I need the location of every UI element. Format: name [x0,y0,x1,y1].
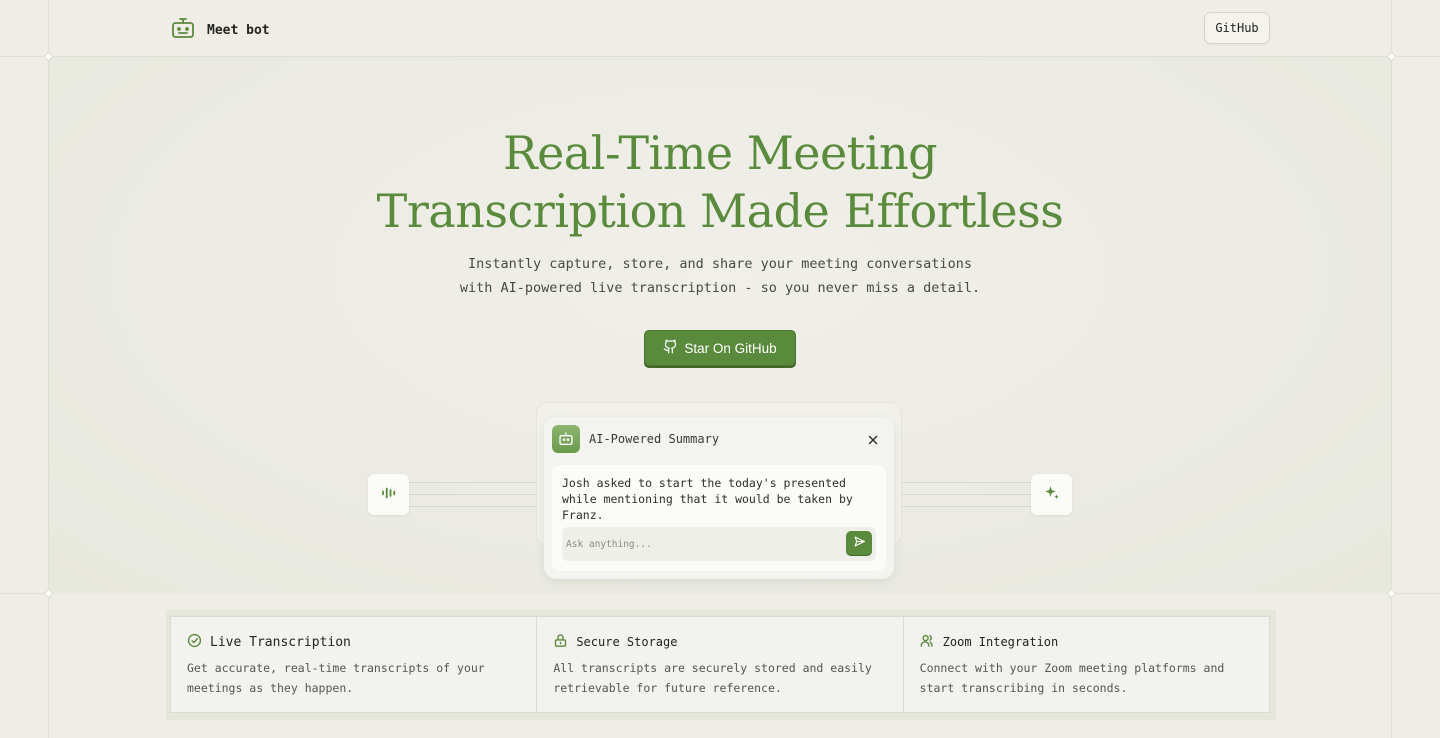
hero-title-line-2: Transcription Made Effortless [376,184,1064,238]
lock-icon [553,633,568,652]
feature-live-transcription: Live Transcription Get accurate, real-ti… [171,617,538,712]
hero-subtitle-line-1: Instantly capture, store, and share your… [468,256,972,272]
summary-card-title: AI-Powered Summary [589,432,720,446]
send-button[interactable] [846,531,872,555]
connector-line [409,506,537,507]
brand-name: Meet bot [207,22,270,38]
robot-icon [171,16,195,44]
connector-line [409,494,537,495]
feature-title: Live Transcription [210,634,351,650]
send-icon [853,535,866,551]
brand[interactable]: Meet bot [171,16,270,44]
summary-card-header: AI-Powered Summary [552,425,886,453]
grid-corner-marker [1386,588,1397,599]
feature-header: Zoom Integration [920,633,1253,651]
feature-header: Live Transcription [187,633,520,651]
summary-card-body: Josh asked to start the today's presente… [552,465,886,571]
feature-description: Get accurate, real-time transcripts of y… [187,661,485,695]
hero-subtitle: Instantly capture, store, and share your… [0,252,1440,300]
summary-text: Josh asked to start the today's presente… [562,476,853,522]
ai-summary-card: AI-Powered Summary Josh asked to start t… [544,417,894,579]
grid-line-right [1391,0,1392,738]
connector-line [902,506,1032,507]
github-icon [663,339,678,357]
star-on-github-label: Star On GitHub [684,340,777,356]
feature-header: Secure Storage [553,633,886,651]
audio-wave-tile [368,474,409,515]
connector-line [902,482,1032,483]
connector-line [409,482,537,483]
bot-logo-icon [552,425,580,453]
ask-anything-input[interactable] [562,527,876,561]
star-on-github-button[interactable]: Star On GitHub [644,330,796,366]
hero-subtitle-line-2: with AI-powered live transcription - so … [459,280,981,296]
feature-title: Zoom Integration [942,635,1059,649]
sparkle-tile [1031,474,1072,515]
close-icon[interactable] [866,432,880,446]
feature-title: Secure Storage [576,635,678,649]
connector-line [902,494,1032,495]
hero-title-line-1: Real-Time Meeting [502,126,938,180]
feature-description: All transcripts are securely stored and … [553,661,872,695]
feature-description: Connect with your Zoom meeting platforms… [919,661,1225,695]
check-circle-icon [187,633,202,652]
features-section: Live Transcription Get accurate, real-ti… [170,616,1270,713]
sparkle-icon [1043,484,1061,506]
github-button[interactable]: GitHub [1204,12,1270,44]
feature-secure-storage: Secure Storage All transcripts are secur… [537,617,904,712]
hero-title: Real-Time Meeting Transcription Made Eff… [0,124,1440,240]
audio-wave-icon [380,484,398,506]
users-icon [920,633,935,652]
feature-zoom-integration: Zoom Integration Connect with your Zoom … [904,617,1269,712]
